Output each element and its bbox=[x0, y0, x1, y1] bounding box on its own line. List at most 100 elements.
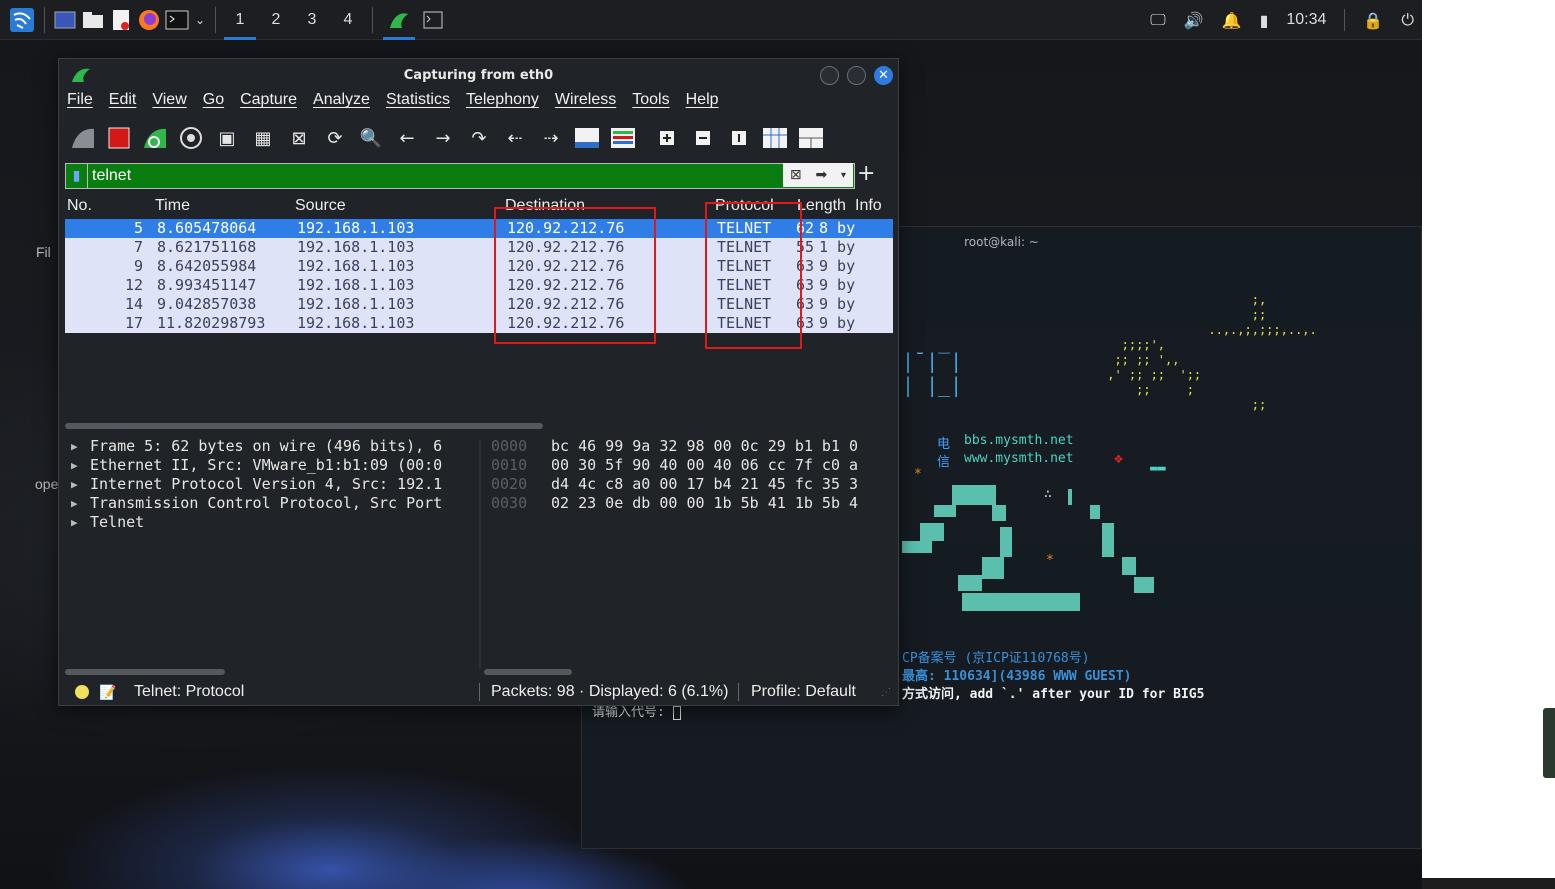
maximize-button[interactable] bbox=[847, 66, 866, 85]
add-filter-button[interactable]: + bbox=[857, 161, 875, 186]
expert-info-icon[interactable] bbox=[75, 685, 89, 699]
layout-icon[interactable] bbox=[793, 121, 829, 155]
system-tray: 🖵 🔊 🔔 ▮ 10:34 🔒 ⏻ bbox=[1150, 0, 1414, 40]
pane-splitter[interactable] bbox=[479, 439, 481, 669]
packet-list-scrollbar[interactable] bbox=[65, 423, 543, 429]
terminal-launcher-icon[interactable] bbox=[163, 7, 191, 33]
workspace-4[interactable]: 4 bbox=[330, 0, 366, 40]
menu-capture[interactable]: Capture bbox=[240, 91, 297, 117]
menu-edit[interactable]: Edit bbox=[109, 91, 137, 117]
side-widget[interactable] bbox=[1543, 708, 1555, 778]
logo-block bbox=[958, 575, 982, 591]
resize-grip-icon[interactable]: ⋰ bbox=[881, 687, 891, 698]
column-time[interactable]: Time bbox=[155, 197, 190, 215]
details-scrollbar[interactable] bbox=[65, 669, 225, 675]
menu-telephony[interactable]: Telephony bbox=[466, 91, 539, 117]
wireshark-window[interactable]: Capturing from eth0 ✕ File Edit View Go … bbox=[58, 58, 899, 706]
volume-icon[interactable]: 🔊 bbox=[1184, 11, 1204, 30]
menu-wireless[interactable]: Wireless bbox=[555, 91, 616, 117]
filter-text[interactable]: telnet bbox=[88, 167, 854, 185]
text-editor-icon[interactable] bbox=[107, 7, 135, 33]
expand-arrow-icon[interactable]: ▶ bbox=[71, 497, 78, 510]
desktop-label-fragment: Fil bbox=[36, 244, 51, 260]
workspace-3[interactable]: 3 bbox=[294, 0, 330, 40]
zoom-in-icon[interactable] bbox=[649, 121, 685, 155]
open-file-icon[interactable]: ▣ bbox=[209, 121, 245, 155]
save-file-icon[interactable]: ▦ bbox=[245, 121, 281, 155]
colorize-icon[interactable] bbox=[605, 121, 641, 155]
menu-analyze[interactable]: Analyze bbox=[313, 91, 370, 117]
edit-comment-icon[interactable]: 📝 bbox=[99, 684, 116, 701]
status-separator bbox=[479, 683, 480, 701]
restart-capture-icon[interactable] bbox=[137, 121, 173, 155]
menu-tools[interactable]: Tools bbox=[632, 91, 669, 117]
filter-history-chevron-icon[interactable]: ▾ bbox=[841, 170, 846, 181]
last-packet-icon[interactable]: ⇢ bbox=[533, 121, 569, 155]
go-forward-icon[interactable]: → bbox=[425, 121, 461, 155]
taskbar-separator bbox=[215, 6, 216, 33]
cell-source: 192.168.1.103 bbox=[297, 257, 415, 275]
file-manager-icon[interactable] bbox=[79, 7, 107, 33]
chevron-down-icon[interactable]: ⌄ bbox=[191, 7, 209, 33]
cell-no: 5 bbox=[133, 219, 143, 237]
terminal-line: bbs.mysmth.net bbox=[964, 433, 1074, 448]
zoom-out-icon[interactable] bbox=[685, 121, 721, 155]
logo-block bbox=[1000, 527, 1012, 557]
cell-no: 9 bbox=[133, 257, 143, 275]
workspace-1[interactable]: 1 bbox=[222, 0, 258, 40]
column-length[interactable]: Length bbox=[797, 197, 846, 215]
reload-file-icon[interactable]: ⟳ bbox=[317, 121, 353, 155]
expand-arrow-icon[interactable]: ▶ bbox=[71, 478, 78, 491]
resize-columns-icon[interactable] bbox=[757, 121, 793, 155]
battery-icon[interactable]: ▮ bbox=[1260, 11, 1269, 30]
logout-icon[interactable]: ⏻ bbox=[1401, 10, 1414, 30]
menu-file[interactable]: File bbox=[67, 91, 93, 117]
autoscroll-icon[interactable] bbox=[569, 121, 605, 155]
normal-size-icon[interactable] bbox=[721, 121, 757, 155]
expand-arrow-icon[interactable]: ▶ bbox=[71, 440, 78, 453]
packet-details[interactable]: ▶ Frame 5: 62 bytes on wire (496 bits), 6… bbox=[65, 437, 477, 669]
bell-icon[interactable]: 🔔 bbox=[1222, 11, 1242, 30]
status-profile[interactable]: Profile: Default bbox=[751, 683, 856, 701]
bytes-scrollbar[interactable] bbox=[484, 669, 572, 675]
cell-no: 14 bbox=[124, 295, 143, 313]
go-back-icon[interactable]: ← bbox=[389, 121, 425, 155]
kali-menu-icon[interactable] bbox=[6, 7, 38, 33]
logo-block bbox=[934, 505, 956, 517]
expand-arrow-icon[interactable]: ▶ bbox=[71, 516, 78, 529]
column-no[interactable]: No. bbox=[67, 197, 92, 215]
go-to-packet-icon[interactable]: ↷ bbox=[461, 121, 497, 155]
start-capture-icon[interactable] bbox=[65, 121, 101, 155]
menu-help[interactable]: Help bbox=[686, 91, 719, 117]
bookmark-icon[interactable]: ▮ bbox=[66, 164, 88, 188]
status-field: Telnet: Protocol bbox=[134, 683, 245, 700]
column-source[interactable]: Source bbox=[295, 197, 346, 215]
apply-filter-icon[interactable]: ➡ bbox=[815, 167, 827, 183]
find-packet-icon[interactable]: 🔍 bbox=[353, 121, 389, 155]
wireshark-task-icon[interactable] bbox=[379, 0, 419, 40]
close-file-icon[interactable]: ⊠ bbox=[281, 121, 317, 155]
display-filter-input[interactable]: ▮ telnet bbox=[65, 163, 855, 189]
stop-capture-icon[interactable] bbox=[101, 121, 137, 155]
clear-filter-icon[interactable]: ⊠ bbox=[790, 167, 802, 183]
menu-go[interactable]: Go bbox=[203, 91, 224, 117]
logo-block bbox=[920, 523, 944, 541]
close-button[interactable]: ✕ bbox=[874, 66, 893, 85]
menu-statistics[interactable]: Statistics bbox=[386, 91, 450, 117]
terminal-task-icon[interactable] bbox=[419, 7, 447, 33]
desktop-show-icon[interactable] bbox=[51, 7, 79, 33]
expand-arrow-icon[interactable]: ▶ bbox=[71, 459, 78, 472]
packet-bytes[interactable]: 0000 bc 46 99 9a 32 98 00 0c 29 b1 b1 0 0… bbox=[491, 437, 896, 669]
column-info[interactable]: Info bbox=[855, 197, 882, 215]
clock[interactable]: 10:34 bbox=[1286, 11, 1326, 29]
first-packet-icon[interactable]: ⇠ bbox=[497, 121, 533, 155]
minimize-button[interactable] bbox=[820, 66, 839, 85]
lock-icon[interactable]: 🔒 bbox=[1363, 11, 1383, 30]
workspace-2[interactable]: 2 bbox=[258, 0, 294, 40]
annotation-box-protocol bbox=[705, 202, 802, 349]
capture-options-icon[interactable] bbox=[173, 121, 209, 155]
tray-separator bbox=[1344, 9, 1346, 31]
menu-view[interactable]: View bbox=[152, 91, 186, 117]
display-icon[interactable]: 🖵 bbox=[1150, 10, 1165, 30]
firefox-icon[interactable] bbox=[135, 7, 163, 33]
